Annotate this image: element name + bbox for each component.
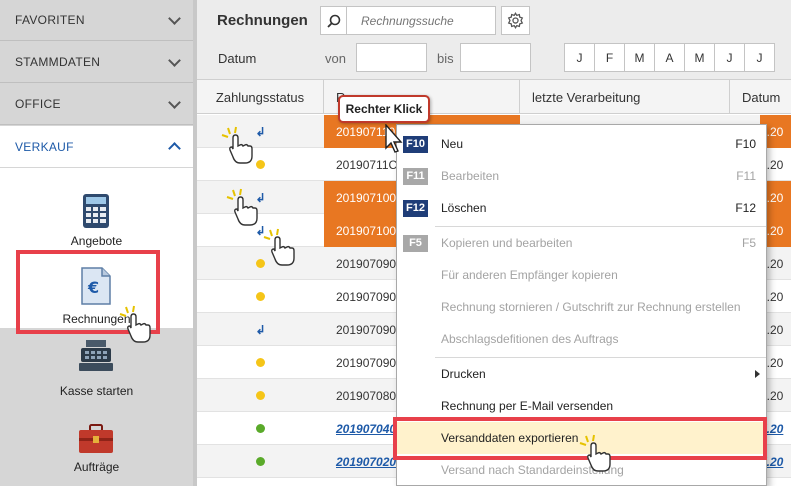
- month-button[interactable]: M: [624, 43, 655, 72]
- hand-pointer-icon: [119, 305, 151, 343]
- date-filter-label: Datum: [218, 51, 257, 66]
- menu-item-label: Neu: [441, 137, 464, 151]
- menu-item-label: Löschen: [441, 201, 487, 215]
- sidebar-item-label: Kasse starten: [59, 384, 134, 398]
- menu-item-label: Kopieren und bearbeiten: [441, 236, 573, 250]
- chevron-up-icon: [168, 142, 181, 155]
- chevron-down-icon: [168, 95, 181, 109]
- month-button[interactable]: F: [594, 43, 625, 72]
- payment-status-cell: [197, 412, 324, 445]
- sidebar-section-favoriten[interactable]: FAVORITEN: [0, 0, 193, 41]
- sidebar-section-stammdaten[interactable]: STAMMDATEN: [0, 42, 193, 83]
- gear-icon: [507, 12, 524, 29]
- settings-button[interactable]: [501, 6, 530, 35]
- column-header-letzte-verarbeitung[interactable]: letzte Verarbeitung: [520, 80, 730, 114]
- date-from-input[interactable]: [356, 43, 427, 72]
- sidebar-item-label: Angebote: [70, 234, 123, 248]
- payment-status-cell: [197, 445, 324, 478]
- sidebar-section-verkauf[interactable]: VERKAUF: [0, 126, 193, 167]
- right-click-callout: Rechter Klick: [338, 95, 430, 123]
- month-button[interactable]: A: [654, 43, 685, 72]
- status-paid-dot-icon: [256, 457, 265, 466]
- hand-pointer-icon: [579, 434, 611, 472]
- sidebar-section-label: OFFICE: [15, 97, 61, 111]
- sidebar-section-label: VERKAUF: [15, 139, 74, 154]
- calculator-icon: [83, 194, 109, 228]
- shortcut-badge: F12: [403, 199, 428, 217]
- menu-item-neu[interactable]: F10 Neu F10: [397, 128, 766, 160]
- sidebar-item-auftraege[interactable]: Aufträge: [0, 420, 193, 478]
- sidebar: FAVORITEN STAMMDATEN OFFICE VERKAUF Ange…: [0, 0, 193, 486]
- status-paid-dot-icon: [256, 424, 265, 433]
- month-filter: J F M A M J J: [564, 43, 775, 72]
- shortcut-badge: F11: [403, 167, 428, 185]
- cash-register-icon: [79, 340, 113, 371]
- hand-pointer-icon: [221, 126, 253, 164]
- menu-item-loeschen[interactable]: F12 Löschen F12: [397, 192, 766, 224]
- menu-item-drucken[interactable]: Drucken: [397, 358, 766, 390]
- hand-pointer-icon: [263, 228, 295, 266]
- menu-item-bearbeiten[interactable]: F11 Bearbeiten F11: [397, 160, 766, 192]
- chevron-down-icon: [168, 53, 181, 67]
- date-to-input[interactable]: [460, 43, 531, 72]
- menu-item-shortcut: F11: [736, 169, 756, 183]
- payment-status-cell: ↲: [197, 313, 324, 346]
- sidebar-section-label: STAMMDATEN: [15, 55, 101, 69]
- shortcut-badge: F10: [403, 135, 428, 153]
- date-from-label: von: [325, 51, 346, 66]
- menu-item-label: Abschlagsdefitionen des Auftrags: [441, 332, 619, 346]
- menu-item-fuer-anderen-empfaenger-kopieren[interactable]: Für anderen Empfänger kopieren: [397, 259, 766, 291]
- page-title: Rechnungen: [217, 12, 308, 29]
- shortcut-badge: F5: [403, 234, 428, 252]
- sidebar-section-office[interactable]: OFFICE: [0, 84, 193, 125]
- payment-status-cell: [197, 379, 324, 412]
- menu-item-label: Für anderen Empfänger kopieren: [441, 268, 618, 282]
- payment-status-cell: [197, 247, 324, 280]
- menu-item-kopieren-und-bearbeiten[interactable]: F5 Kopieren und bearbeiten F5: [397, 227, 766, 259]
- search-box[interactable]: [320, 6, 496, 35]
- payment-status-cell: [197, 148, 324, 181]
- menu-item-label: Drucken: [441, 367, 486, 381]
- search-input[interactable]: [347, 13, 487, 28]
- hand-pointer-icon: [226, 188, 258, 226]
- search-icon[interactable]: [321, 7, 347, 34]
- briefcase-icon: [79, 424, 113, 453]
- menu-item-label: Rechnung per E-Mail versenden: [441, 399, 614, 413]
- menu-item-shortcut: F12: [735, 201, 756, 215]
- payment-status-cell: [197, 346, 324, 379]
- status-open-dot-icon: [256, 391, 265, 400]
- chevron-down-icon: [168, 11, 181, 25]
- month-button[interactable]: M: [684, 43, 715, 72]
- menu-item-label: Rechnung stornieren / Gutschrift zur Rec…: [441, 300, 741, 314]
- menu-item-rechnung-stornieren[interactable]: Rechnung stornieren / Gutschrift zur Rec…: [397, 291, 766, 323]
- column-header-datum[interactable]: Datum: [730, 80, 791, 114]
- menu-item-shortcut: F10: [735, 137, 756, 151]
- status-open-dot-icon: [256, 292, 265, 301]
- month-button[interactable]: J: [564, 43, 595, 72]
- sidebar-item-label: Aufträge: [73, 460, 120, 474]
- return-arrow-icon: ↲: [255, 322, 266, 337]
- sidebar-section-label: FAVORITEN: [15, 13, 85, 27]
- month-button[interactable]: J: [744, 43, 775, 72]
- table-header: Zahlungsstatus Re letzte Verarbeitung Da…: [197, 80, 791, 114]
- menu-item-shortcut: F5: [741, 236, 756, 250]
- payment-status-cell: ↲: [197, 115, 324, 148]
- menu-item-label: Bearbeiten: [441, 169, 500, 183]
- menu-item-abschlagsdefitionen[interactable]: Abschlagsdefitionen des Auftrags: [397, 323, 766, 355]
- month-button[interactable]: J: [714, 43, 745, 72]
- submenu-arrow-icon: [755, 370, 760, 378]
- sidebar-item-angebote[interactable]: Angebote: [0, 190, 193, 250]
- mouse-pointer-icon: [385, 124, 403, 153]
- status-open-dot-icon: [256, 358, 265, 367]
- date-to-label: bis: [437, 51, 454, 66]
- payment-status-cell: [197, 280, 324, 313]
- toolbar: Rechnungen Datum von bis: [197, 0, 791, 80]
- column-header-zahlungsstatus[interactable]: Zahlungsstatus: [197, 80, 324, 114]
- sidebar-item-kasse-starten[interactable]: Kasse starten: [0, 338, 193, 398]
